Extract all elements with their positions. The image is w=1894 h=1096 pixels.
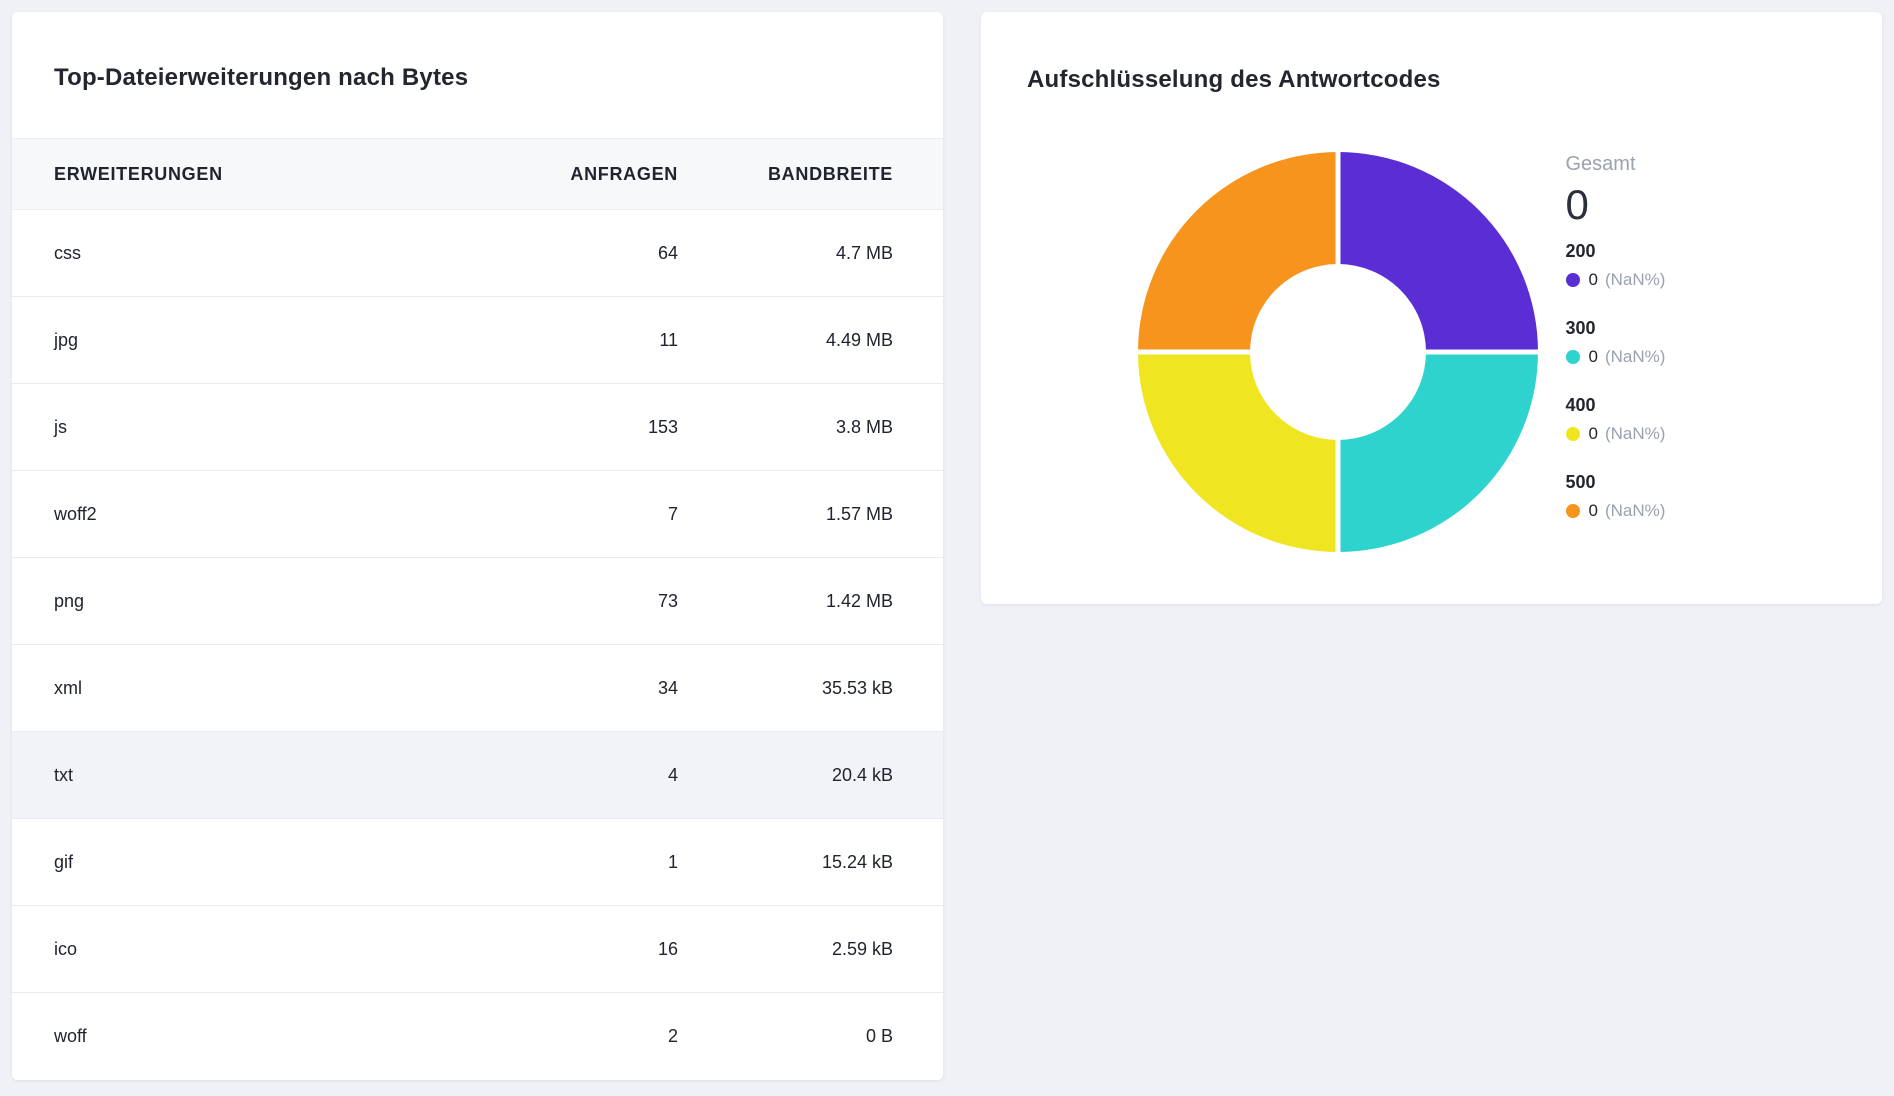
table-row: xml 34 35.53 kB — [12, 645, 943, 732]
extensions-table-body: css 64 4.7 MB jpg 11 4.49 MB js 153 3.8 … — [12, 210, 943, 1080]
legend-color-dot — [1566, 427, 1580, 441]
table-row: woff2 7 1.57 MB — [12, 471, 943, 558]
legend-item: 300 0 (NaN%) — [1566, 317, 1726, 368]
legend-percent: (NaN%) — [1605, 346, 1665, 368]
legend-item: 500 0 (NaN%) — [1566, 471, 1726, 522]
total-value: 0 — [1566, 180, 1726, 230]
extension-cell: xml — [54, 678, 483, 699]
table-row: js 153 3.8 MB — [12, 384, 943, 471]
requests-cell: 16 — [483, 939, 678, 960]
requests-cell: 34 — [483, 678, 678, 699]
extension-cell: gif — [54, 852, 483, 873]
extension-cell: woff — [54, 1026, 483, 1047]
legend-color-dot — [1566, 504, 1580, 518]
response-codes-card: Aufschlüsselung des Antwortcodes Gesamt … — [981, 12, 1882, 604]
extension-cell: png — [54, 591, 483, 612]
bandwidth-cell: 1.42 MB — [678, 591, 893, 612]
table-row: gif 1 15.24 kB — [12, 819, 943, 906]
requests-cell: 73 — [483, 591, 678, 612]
legend-color-dot — [1566, 350, 1580, 364]
donut-chart — [1138, 152, 1538, 552]
bandwidth-cell: 1.57 MB — [678, 504, 893, 525]
legend-value: 0 — [1589, 423, 1598, 445]
bandwidth-cell: 2.59 kB — [678, 939, 893, 960]
bandwidth-cell: 15.24 kB — [678, 852, 893, 873]
legend-value-row: 0 (NaN%) — [1566, 269, 1726, 291]
legend-code-label: 400 — [1566, 394, 1726, 416]
legend: 200 0 (NaN%) 300 0 (NaN%) 400 0 (NaN%) 5… — [1566, 240, 1726, 522]
total-label: Gesamt — [1566, 152, 1726, 176]
legend-percent: (NaN%) — [1605, 423, 1665, 445]
table-row: woff 2 0 B — [12, 993, 943, 1080]
legend-percent: (NaN%) — [1605, 500, 1665, 522]
requests-cell: 1 — [483, 852, 678, 873]
legend-percent: (NaN%) — [1605, 269, 1665, 291]
legend-panel: Gesamt 0 200 0 (NaN%) 300 0 (NaN%) 400 0… — [1566, 152, 1726, 548]
extension-cell: ico — [54, 939, 483, 960]
legend-code-label: 500 — [1566, 471, 1726, 493]
legend-color-dot — [1566, 273, 1580, 287]
requests-cell: 11 — [483, 330, 678, 351]
legend-value: 0 — [1589, 500, 1598, 522]
extensions-card: Top-Dateierweiterungen nach Bytes Erweit… — [12, 12, 943, 1080]
requests-cell: 2 — [483, 1026, 678, 1047]
legend-code-label: 300 — [1566, 317, 1726, 339]
table-header: Erweiterungen Anfragen Bandbreite — [12, 138, 943, 210]
chart-row: Gesamt 0 200 0 (NaN%) 300 0 (NaN%) 400 0… — [981, 152, 1882, 552]
extension-cell: js — [54, 417, 483, 438]
table-row: png 73 1.42 MB — [12, 558, 943, 645]
response-codes-card-title: Aufschlüsselung des Antwortcodes — [981, 12, 1882, 94]
table-row: css 64 4.7 MB — [12, 210, 943, 297]
legend-value-row: 0 (NaN%) — [1566, 500, 1726, 522]
legend-value-row: 0 (NaN%) — [1566, 423, 1726, 445]
donut-hole — [1250, 264, 1426, 440]
extension-cell: woff2 — [54, 504, 483, 525]
bandwidth-cell: 0 B — [678, 1026, 893, 1047]
column-header-bandwidth: Bandbreite — [678, 164, 893, 185]
extension-cell: css — [54, 243, 483, 264]
legend-code-label: 200 — [1566, 240, 1726, 262]
bandwidth-cell: 35.53 kB — [678, 678, 893, 699]
legend-value: 0 — [1589, 346, 1598, 368]
bandwidth-cell: 4.7 MB — [678, 243, 893, 264]
requests-cell: 153 — [483, 417, 678, 438]
legend-item: 200 0 (NaN%) — [1566, 240, 1726, 291]
requests-cell: 4 — [483, 765, 678, 786]
legend-value-row: 0 (NaN%) — [1566, 346, 1726, 368]
bandwidth-cell: 20.4 kB — [678, 765, 893, 786]
requests-cell: 7 — [483, 504, 678, 525]
table-row: txt 4 20.4 kB — [12, 732, 943, 819]
bandwidth-cell: 3.8 MB — [678, 417, 893, 438]
bandwidth-cell: 4.49 MB — [678, 330, 893, 351]
legend-value: 0 — [1589, 269, 1598, 291]
extension-cell: txt — [54, 765, 483, 786]
table-row: ico 16 2.59 kB — [12, 906, 943, 993]
extension-cell: jpg — [54, 330, 483, 351]
requests-cell: 64 — [483, 243, 678, 264]
column-header-requests: Anfragen — [483, 164, 678, 185]
extensions-card-title: Top-Dateierweiterungen nach Bytes — [12, 12, 943, 138]
table-row: jpg 11 4.49 MB — [12, 297, 943, 384]
legend-item: 400 0 (NaN%) — [1566, 394, 1726, 445]
column-header-extensions: Erweiterungen — [54, 164, 483, 185]
